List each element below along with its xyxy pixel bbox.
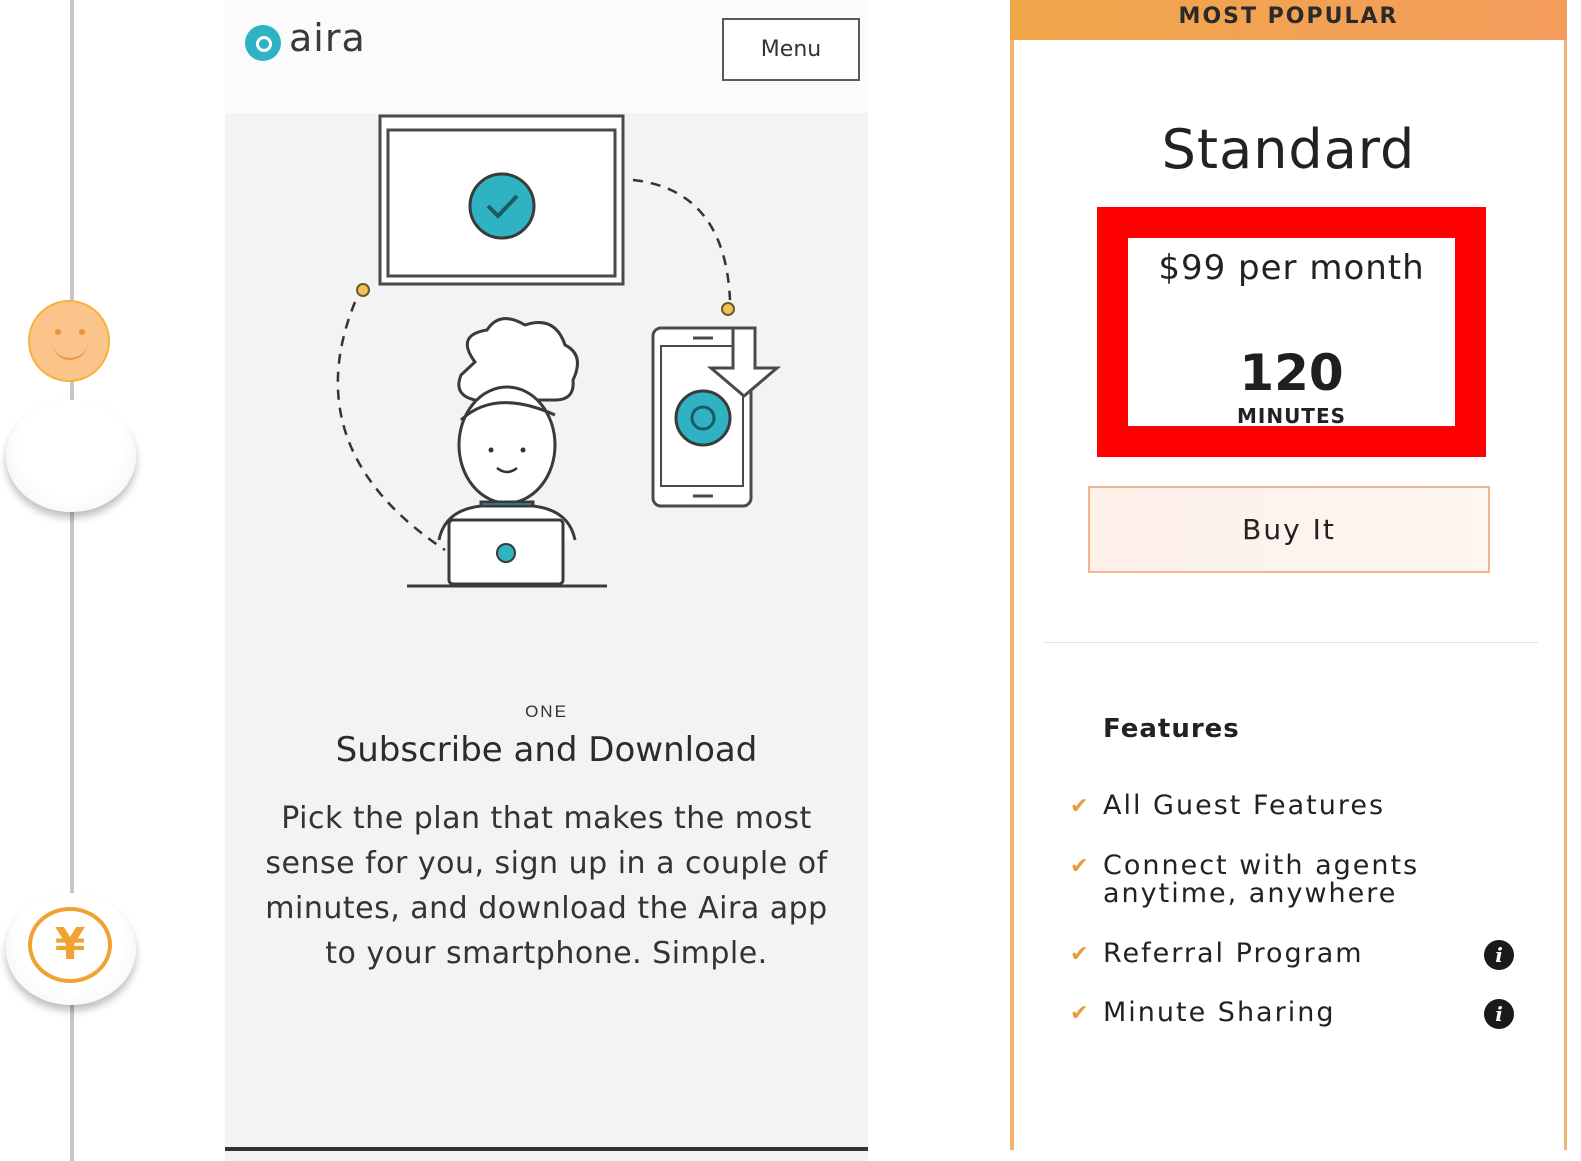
screenshot-canvas: ¥ aira Menu ONE Subscribe and Download P… xyxy=(0,0,1581,1161)
features-heading: Features xyxy=(1103,714,1240,744)
pricing-card: MOST POPULAR Standard $99 per month 120 … xyxy=(1010,0,1567,1161)
yen-symbol: ¥ xyxy=(28,907,112,983)
step-description: Pick the plan that makes the most sense … xyxy=(265,801,828,971)
most-popular-banner: MOST POPULAR xyxy=(1010,0,1567,40)
step-number-label: ONE xyxy=(525,702,568,721)
buy-it-button[interactable]: Buy It xyxy=(1088,486,1490,573)
blank-circle-icon xyxy=(6,400,136,512)
laptop-icon xyxy=(407,518,607,588)
plan-name: Standard xyxy=(1161,118,1416,181)
person-illustration xyxy=(437,317,579,541)
smiley-eye-right xyxy=(79,329,85,335)
feature-label: All Guest Features xyxy=(1103,790,1386,821)
menu-button[interactable]: Menu xyxy=(722,18,860,81)
check-icon: ✔ xyxy=(1070,854,1089,879)
aira-logo-text[interactable]: aira xyxy=(289,16,366,60)
minutes-value: 120 xyxy=(1239,344,1344,402)
feature-label: Referral Program xyxy=(1103,938,1364,969)
feature-label: Connect with agents anytime, anywhere xyxy=(1103,850,1420,909)
info-icon[interactable]: i xyxy=(1484,999,1514,1029)
monitor-icon xyxy=(378,114,625,286)
check-icon: ✔ xyxy=(1070,942,1089,967)
check-icon: ✔ xyxy=(1070,1001,1089,1026)
smartphone-icon xyxy=(651,326,782,508)
aira-logo-icon[interactable] xyxy=(245,25,281,61)
bottom-bar xyxy=(225,1147,868,1151)
price-highlight-box: $99 per month 120 MINUTES xyxy=(1097,207,1486,457)
feature-label: Minute Sharing xyxy=(1103,997,1336,1028)
yen-icon: ¥ xyxy=(6,893,136,1005)
subscribe-illustration xyxy=(336,114,782,588)
info-icon[interactable]: i xyxy=(1484,940,1514,970)
plan-price: $99 per month xyxy=(1158,248,1425,288)
smiley-eye-left xyxy=(55,329,61,335)
divider xyxy=(1043,642,1538,643)
phone-screen: aira Menu ONE Subscribe and Download Pic… xyxy=(225,0,868,1161)
site-header: aira Menu xyxy=(225,0,868,113)
smiley-icon xyxy=(28,300,110,382)
price-panel: $99 per month 120 MINUTES xyxy=(1128,238,1455,426)
check-icon: ✔ xyxy=(1070,794,1089,819)
smiley-mouth xyxy=(52,340,88,360)
step-title: Subscribe and Download xyxy=(335,730,758,770)
minutes-unit: MINUTES xyxy=(1236,404,1347,426)
